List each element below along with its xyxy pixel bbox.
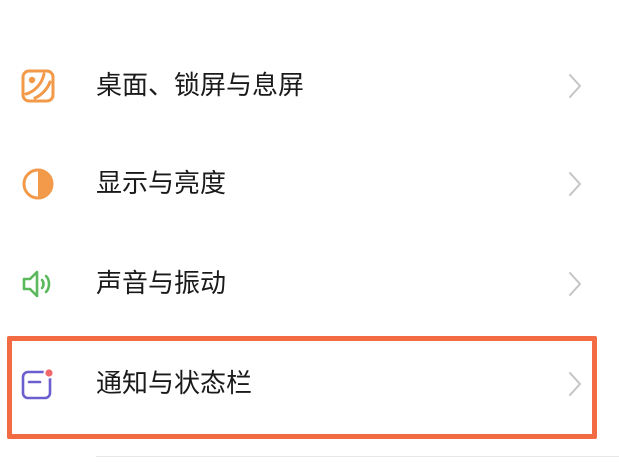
divider — [96, 456, 619, 457]
settings-item-display-brightness[interactable]: 显示与亮度 — [0, 134, 619, 234]
chevron-right-icon — [569, 272, 581, 296]
settings-item-label: 桌面、锁屏与息屏 — [96, 71, 305, 101]
highlight-box — [7, 336, 597, 439]
chevron-right-icon — [569, 172, 581, 196]
chevron-right-icon — [569, 74, 581, 98]
settings-item-partial[interactable] — [0, 0, 619, 4]
wallpaper-icon — [21, 69, 55, 103]
settings-item-sound-vibration[interactable]: 声音与振动 — [0, 234, 619, 334]
speaker-icon — [22, 270, 51, 298]
settings-item-label: 声音与振动 — [96, 269, 227, 299]
settings-item-desktop-lockscreen[interactable]: 桌面、锁屏与息屏 — [0, 36, 619, 136]
settings-item-label: 显示与亮度 — [96, 169, 227, 199]
brightness-icon — [22, 168, 54, 200]
